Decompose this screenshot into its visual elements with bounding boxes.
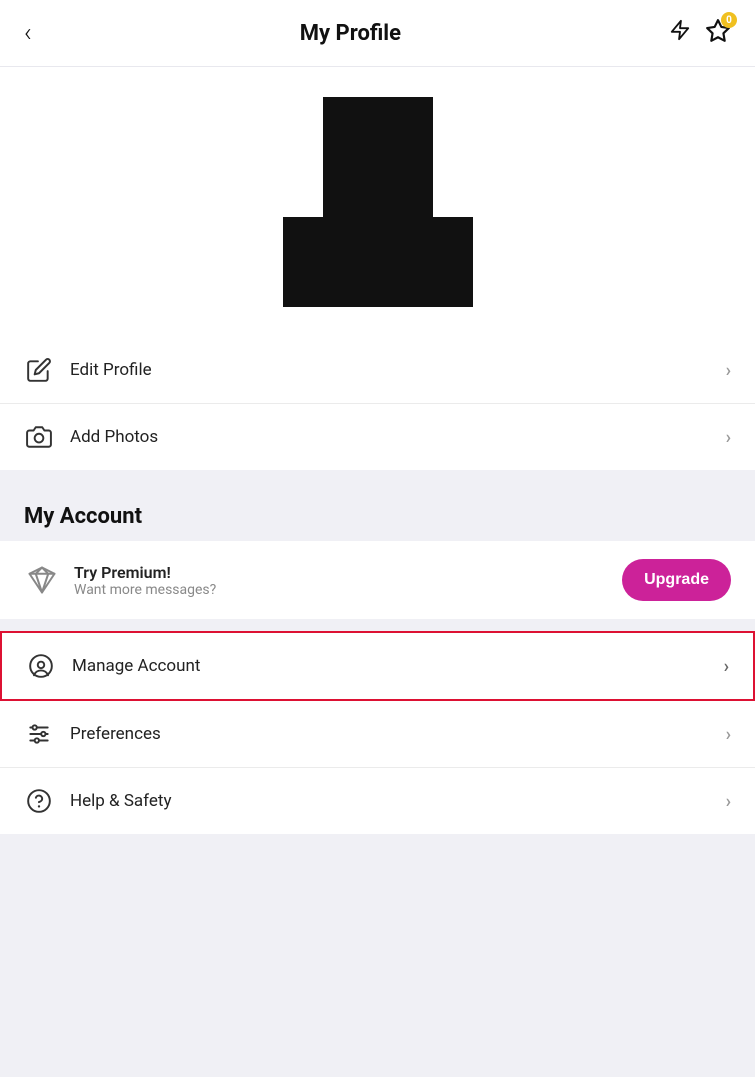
- avatar-section: [0, 67, 755, 337]
- account-section-header: My Account: [0, 482, 755, 541]
- help-safety-label: Help & Safety: [70, 791, 726, 811]
- menu-item-edit-profile[interactable]: Edit Profile ›: [0, 337, 755, 404]
- camera-icon: [24, 422, 54, 452]
- premium-subtitle: Want more messages?: [74, 582, 622, 598]
- sliders-icon: [24, 719, 54, 749]
- upgrade-button[interactable]: Upgrade: [622, 559, 731, 601]
- edit-profile-label: Edit Profile: [70, 360, 726, 380]
- chevron-right-icon: ›: [726, 360, 731, 381]
- profile-menu-section: Edit Profile › Add Photos ›: [0, 337, 755, 470]
- page-title: My Profile: [300, 21, 401, 46]
- avatar-head: [323, 97, 433, 227]
- help-circle-icon: [24, 786, 54, 816]
- back-button[interactable]: ‹: [24, 20, 32, 46]
- avatar-body: [283, 217, 473, 307]
- add-photos-label: Add Photos: [70, 427, 726, 447]
- chevron-right-icon: ›: [726, 724, 731, 745]
- pencil-icon: [24, 355, 54, 385]
- person-circle-icon: [26, 651, 56, 681]
- premium-title: Try Premium!: [74, 563, 622, 582]
- chevron-right-icon: ›: [724, 656, 729, 677]
- notification-badge: 0: [721, 12, 737, 28]
- account-section-title: My Account: [24, 504, 142, 529]
- menu-item-help-safety[interactable]: Help & Safety ›: [0, 768, 755, 834]
- avatar: [288, 97, 468, 307]
- chevron-right-icon: ›: [726, 791, 731, 812]
- bolt-icon[interactable]: [669, 19, 691, 47]
- premium-banner: Try Premium! Want more messages? Upgrade: [0, 541, 755, 619]
- header: ‹ My Profile 0: [0, 0, 755, 67]
- section-divider: [0, 470, 755, 482]
- menu-item-add-photos[interactable]: Add Photos ›: [0, 404, 755, 470]
- chevron-right-icon: ›: [726, 427, 731, 448]
- preferences-label: Preferences: [70, 724, 726, 744]
- diamond-icon: [24, 562, 60, 598]
- header-left: ‹: [24, 20, 32, 46]
- header-right: 0: [669, 18, 731, 48]
- account-menu: Manage Account › Preferences › Help & Sa…: [0, 631, 755, 834]
- menu-item-manage-account[interactable]: Manage Account ›: [0, 631, 755, 701]
- menu-item-preferences[interactable]: Preferences ›: [0, 701, 755, 768]
- star-badge-wrapper[interactable]: 0: [705, 18, 731, 48]
- premium-text: Try Premium! Want more messages?: [74, 563, 622, 598]
- manage-account-label: Manage Account: [72, 656, 724, 676]
